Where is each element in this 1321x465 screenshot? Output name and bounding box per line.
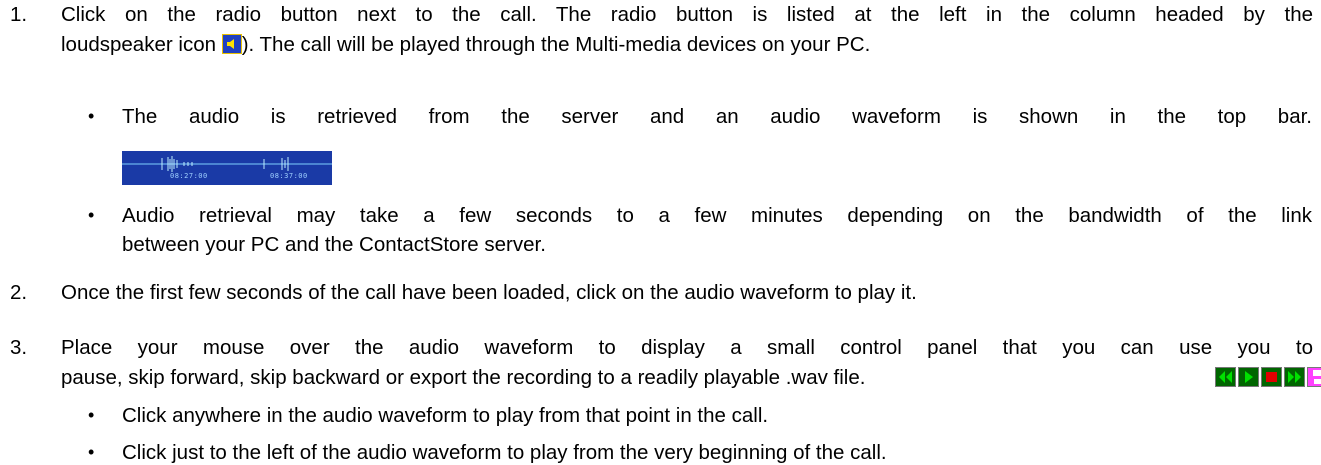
step-text: Once the first few seconds of the call h… [61, 281, 917, 304]
step-text: Click on the radio button next to the ca… [61, 3, 1313, 26]
step-text: Place your mouse over the audio waveform… [61, 336, 1313, 359]
bullet-text: The audio is retrieved from the server a… [122, 105, 1312, 128]
save-icon [1307, 367, 1321, 387]
step-number: 1. [10, 3, 28, 26]
loudspeaker-icon [221, 34, 242, 60]
skip-backward-icon [1215, 367, 1236, 387]
play-icon [1238, 367, 1259, 387]
bullet-text: Audio retrieval may take a few seconds t… [122, 204, 1312, 227]
waveform-time-right: 08:37:00 [270, 172, 308, 180]
step-text-part: ). The call will be played through the M… [241, 33, 871, 56]
step-text-line2: pause, skip forward, skip backward or ex… [61, 366, 866, 389]
bullet-marker: • [88, 205, 95, 225]
bullet-marker: • [88, 405, 95, 425]
step-text-part: loudspeaker icon [61, 33, 222, 56]
audio-waveform-image: 08:27:00 08:37:00 [122, 151, 332, 185]
step-number: 2. [10, 281, 28, 304]
waveform-time-left: 08:27:00 [170, 172, 208, 180]
bullet-text: Click anywhere in the audio waveform to … [122, 404, 769, 427]
skip-forward-icon [1284, 367, 1305, 387]
audio-control-panel-image [1215, 367, 1321, 387]
step-text-line2: loudspeaker icon ). The call will be pla… [61, 33, 870, 60]
stop-icon [1261, 367, 1282, 387]
bullet-marker: • [88, 442, 95, 462]
bullet-text: Click just to the left of the audio wave… [122, 441, 887, 464]
bullet-marker: • [88, 106, 95, 126]
bullet-text-line2: between your PC and the ContactStore ser… [122, 233, 546, 256]
step-number: 3. [10, 336, 28, 359]
